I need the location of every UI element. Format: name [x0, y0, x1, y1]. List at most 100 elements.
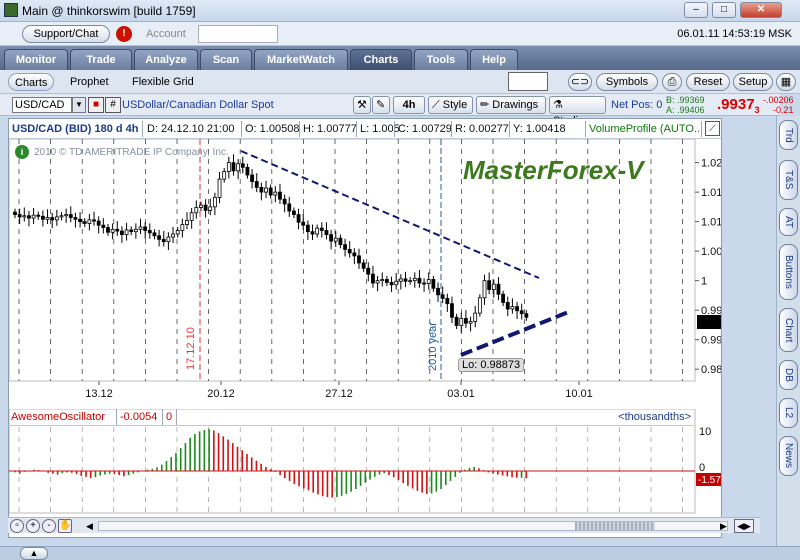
tab-charts[interactable]: Charts [350, 49, 412, 70]
side-tab-trd[interactable]: Trd [779, 120, 798, 150]
candle [92, 219, 96, 222]
osc-axis-zero: 0 [699, 462, 705, 474]
chart-navigation-bar: ▫ + - ✋ ◀ ▶ ◀▶ [8, 517, 760, 533]
candle [268, 187, 273, 196]
candle [319, 227, 324, 231]
side-tab-db[interactable]: DB [779, 360, 798, 390]
divider [701, 121, 702, 137]
candle [166, 236, 171, 243]
expand-icon[interactable]: ◀▶ [734, 519, 754, 533]
current-price-tag [697, 315, 721, 329]
candle [82, 221, 87, 224]
tab-monitor[interactable]: Monitor [4, 49, 68, 70]
candle [315, 227, 320, 235]
side-tab-ts[interactable]: T&S [779, 160, 798, 200]
candle [510, 306, 515, 310]
candle [68, 214, 73, 218]
color-swatch[interactable] [508, 72, 548, 91]
candle [515, 306, 519, 312]
tab-trade[interactable]: Trade [70, 49, 132, 70]
candle [120, 230, 124, 236]
tab-scan[interactable]: Scan [200, 49, 252, 70]
side-tab-news[interactable]: News [779, 436, 798, 476]
candle [301, 221, 306, 226]
candle [459, 318, 464, 326]
tab-marketwatch[interactable]: MarketWatch [254, 49, 348, 70]
setup-button[interactable]: Setup [733, 73, 773, 91]
osc-current-value: -1.5797 [698, 475, 721, 486]
chart-settings-icon[interactable]: ⟋ [705, 121, 720, 136]
side-tab-at[interactable]: AT [779, 208, 798, 236]
candle [147, 230, 152, 234]
chart-open: O: 1.00508 [245, 123, 300, 135]
candle [212, 197, 217, 208]
tools-icon[interactable]: ⚒ [353, 96, 371, 114]
drawings-button[interactable]: ✏ Drawings [476, 96, 546, 114]
side-tab-l2[interactable]: L2 [779, 398, 798, 428]
maximize-button[interactable]: □ [712, 2, 736, 18]
candle [440, 294, 445, 299]
candle [324, 230, 329, 236]
subtab-prophet[interactable]: Prophet [64, 73, 115, 91]
tab-analyze[interactable]: Analyze [134, 49, 198, 70]
support-chat-button[interactable]: Support/Chat [22, 25, 110, 43]
x-tick-label: 13.12 [85, 388, 113, 400]
candle [78, 218, 82, 223]
x-tick-label: 03.01 [447, 388, 475, 400]
studies-button[interactable]: ⚗ Studies [549, 96, 606, 127]
alert-icon[interactable]: ! [116, 26, 132, 42]
layout-icon[interactable]: ▦ [776, 73, 796, 91]
candle [287, 203, 292, 212]
account-select[interactable] [198, 25, 278, 43]
subtab-charts[interactable]: Charts [8, 73, 55, 91]
pencil-icon: ✏ [480, 99, 493, 111]
timeframe-button[interactable]: 4h [393, 96, 425, 114]
side-tab-buttons[interactable]: Buttons [779, 244, 798, 300]
info-icon[interactable]: i [15, 145, 29, 159]
candle [101, 224, 106, 228]
scrollbar-thumb[interactable] [575, 522, 655, 530]
wrench-icon[interactable]: ✎ [372, 96, 390, 114]
candle [236, 163, 241, 172]
candle [138, 226, 143, 230]
close-button[interactable]: ✕ [740, 2, 782, 18]
symbol-dropdown-icon[interactable]: ▼ [72, 97, 86, 113]
oscillator-value: -0.0054 [120, 411, 158, 423]
candle [175, 230, 180, 235]
print-icon[interactable]: ⎙ [662, 73, 682, 91]
divider [142, 121, 143, 137]
symbols-button[interactable]: Symbols [596, 73, 658, 91]
hash-icon[interactable]: # [105, 97, 121, 113]
tab-help[interactable]: Help [470, 49, 518, 70]
symbol-input[interactable]: USD/CAD [12, 97, 72, 113]
drawings-label: Drawings [492, 99, 539, 111]
scroll-left-icon[interactable]: ◀ [86, 521, 93, 532]
candle [106, 227, 110, 233]
zoom-in-icon[interactable]: + [26, 519, 40, 533]
candle [329, 234, 334, 242]
date-marker-label: 17.12.10 [185, 327, 197, 370]
flag-icon[interactable]: ■ [88, 97, 104, 113]
zoom-box-icon[interactable]: ▫ [10, 519, 24, 533]
link-icon[interactable]: ⊂⊃ [568, 73, 592, 91]
horizontal-scrollbar[interactable] [98, 521, 728, 531]
tab-tools[interactable]: Tools [414, 49, 468, 70]
change-abs: -.00206 [763, 95, 794, 105]
window-title: Main @ thinkorswim [build 1759] [22, 4, 196, 18]
zoom-out-icon[interactable]: - [42, 519, 56, 533]
candle [129, 229, 134, 233]
style-button[interactable]: ⟋ Style [428, 96, 473, 114]
candle [152, 232, 157, 237]
hand-icon[interactable]: ✋ [58, 519, 72, 533]
style-label: Style [442, 99, 468, 111]
scroll-right-icon[interactable]: ▶ [720, 521, 727, 532]
candle [477, 297, 482, 314]
subtab-flexible-grid[interactable]: Flexible Grid [126, 73, 200, 91]
candle [343, 244, 347, 250]
collapse-icon[interactable]: ▲ [20, 547, 48, 560]
reset-button[interactable]: Reset [686, 73, 730, 91]
minimize-button[interactable]: – [684, 2, 708, 18]
x-tick-label: 10.01 [565, 388, 593, 400]
oscillator-zero: 0 [166, 411, 173, 423]
side-tab-chart[interactable]: Chart [779, 308, 798, 352]
